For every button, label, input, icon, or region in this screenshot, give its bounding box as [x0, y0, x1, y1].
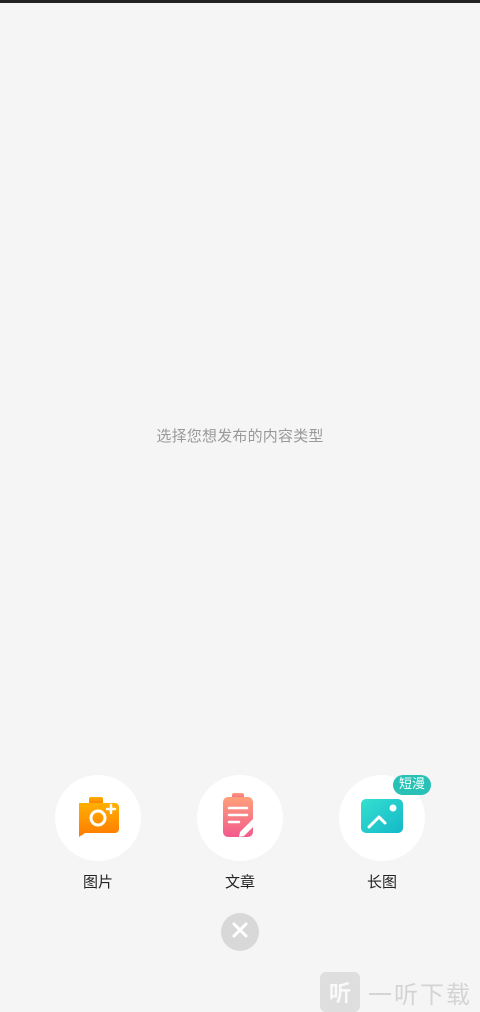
option-long-image-post[interactable]: 短漫 长图 [337, 775, 431, 892]
publish-selector-screen: 选择您想发布的内容类型 图片 文章 短漫 长图 听 一听下载 [0, 0, 480, 1012]
option-long-image-label: 长图 [366, 873, 397, 891]
close-icon [231, 921, 249, 943]
watermark-logo: 听 [320, 972, 360, 1012]
option-article-circle[interactable] [197, 775, 283, 861]
option-image-circle[interactable] [55, 775, 141, 861]
watermark-text: 一听下载 [368, 980, 472, 1009]
close-button[interactable] [221, 913, 259, 951]
prompt-text: 选择您想发布的内容类型 [156, 427, 324, 445]
option-image-label: 图片 [82, 873, 113, 891]
article-edit-icon [220, 792, 260, 844]
option-article-post[interactable]: 文章 [195, 775, 285, 892]
option-article-label: 文章 [224, 873, 255, 891]
watermark: 听 一听下载 [320, 969, 480, 1012]
image-icon [359, 797, 405, 839]
option-image-post[interactable]: 图片 [53, 775, 143, 892]
camera-icon [75, 794, 121, 842]
short-comic-badge: 短漫 [392, 775, 431, 795]
option-long-image-circle[interactable]: 短漫 [339, 775, 431, 861]
